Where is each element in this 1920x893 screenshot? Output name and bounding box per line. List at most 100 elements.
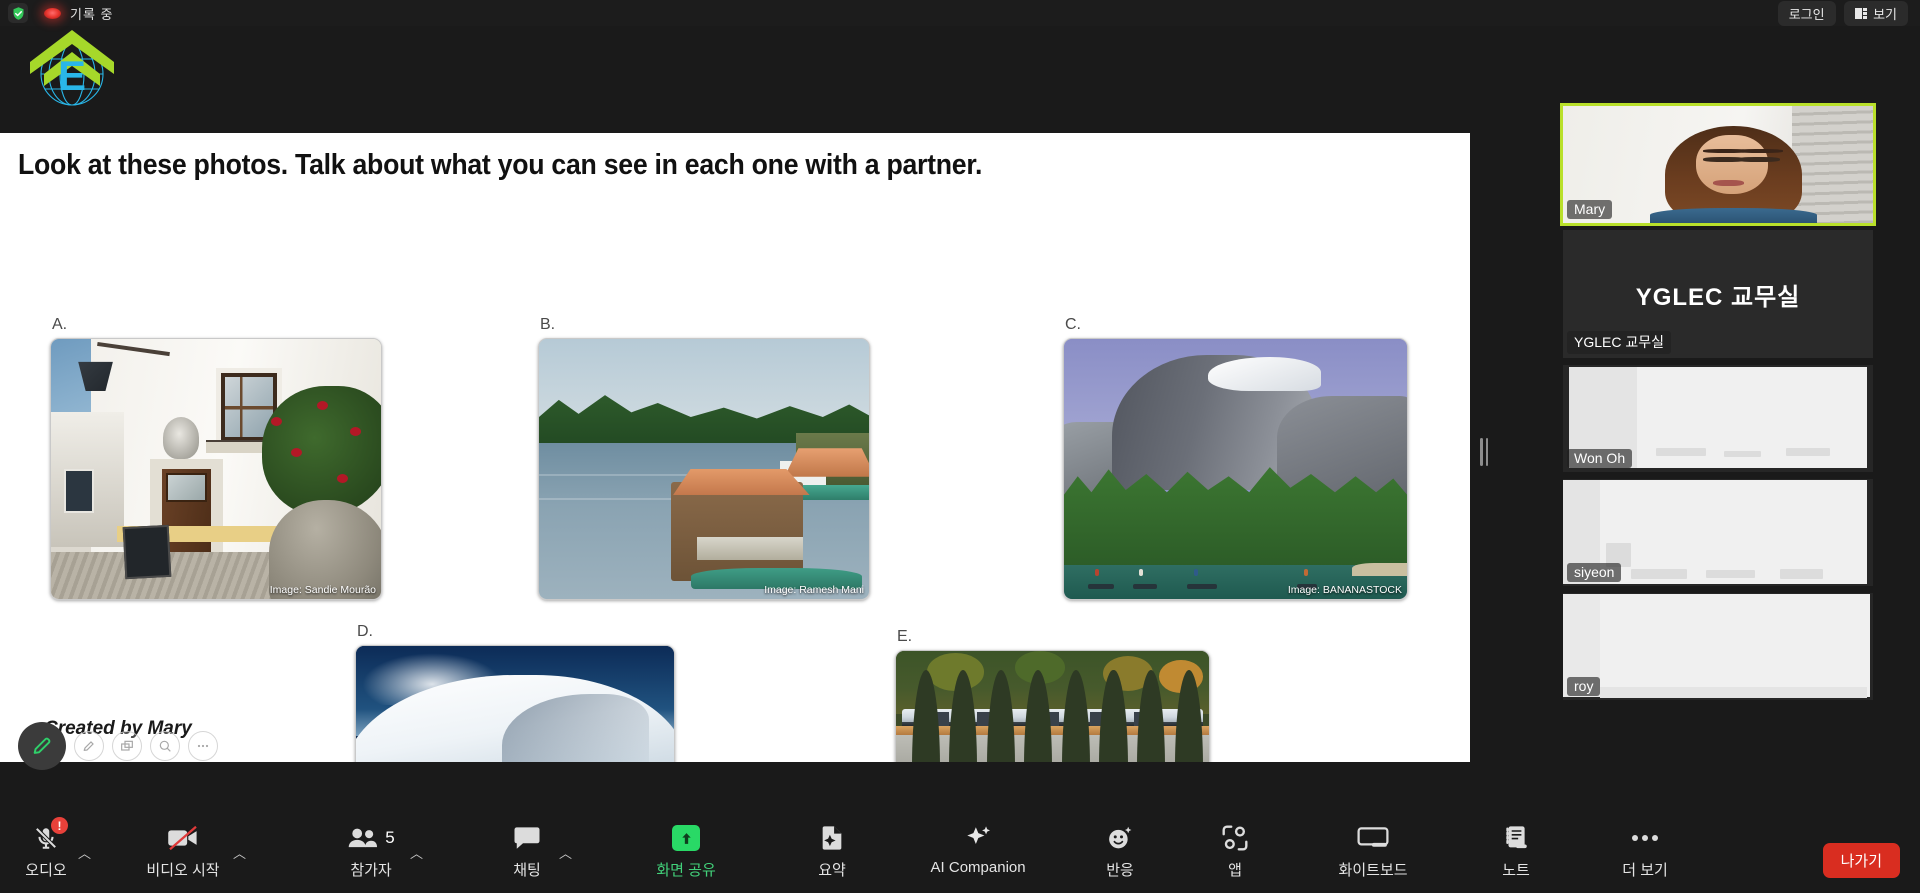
notes-label: 노트 xyxy=(1502,862,1530,879)
photo-b-letter: B. xyxy=(540,316,556,333)
annotation-toolbar xyxy=(18,722,218,770)
summary-label: 요약 xyxy=(818,862,846,879)
apps-icon xyxy=(1221,821,1249,855)
video-control-group: 비디오 시작 ︿ xyxy=(137,821,246,880)
highlighter-icon[interactable] xyxy=(74,731,104,761)
participant-tile-mary[interactable]: Mary xyxy=(1560,103,1876,226)
more-horizontal-icon xyxy=(1630,821,1660,855)
view-layout-icon xyxy=(1854,7,1868,19)
camera-off-icon xyxy=(166,821,200,855)
participant-tile-roy[interactable]: roy xyxy=(1563,593,1873,700)
start-video-label: 비디오 시작 xyxy=(146,862,220,879)
photo-e[interactable]: E. xyxy=(895,628,1210,762)
audio-label: 오디오 xyxy=(25,862,67,879)
chat-options-chevron-up-icon[interactable]: ︿ xyxy=(559,843,572,862)
audio-options-chevron-up-icon[interactable]: ︿ xyxy=(78,843,91,862)
participants-control-group: 5 참가자 ︿ xyxy=(336,821,423,880)
participant-display-text: YGLEC 교무실 xyxy=(1635,283,1801,311)
photo-a-letter: A. xyxy=(52,316,68,333)
whiteboard-button[interactable]: 화이트보드 xyxy=(1320,821,1426,880)
share-screen-button[interactable]: 화면 공유 xyxy=(638,821,734,880)
login-button[interactable]: 로그인 xyxy=(1777,0,1836,26)
start-video-button[interactable]: 비디오 시작 xyxy=(137,821,229,880)
apps-button[interactable]: 앱 xyxy=(1208,821,1262,880)
participants-count: 5 xyxy=(385,828,395,847)
participant-tile-yglec[interactable]: YGLEC 교무실 YGLEC 교무실 xyxy=(1563,230,1873,358)
chat-control-group: 채팅 ︿ xyxy=(499,821,572,880)
participants-button[interactable]: 5 참가자 xyxy=(336,821,406,880)
ai-sparkle-icon xyxy=(963,821,993,855)
photo-d-image xyxy=(356,646,674,762)
photo-b[interactable]: B. Image: Ramesh Mani xyxy=(538,316,870,600)
photo-e-frame: Image: DIGITAL VISION xyxy=(895,650,1210,762)
share-screen-icon xyxy=(672,821,701,855)
participant-name-label: YGLEC 교무실 xyxy=(1567,331,1671,354)
photo-d-frame: Image: ImageSource xyxy=(355,645,675,762)
participant-tile-siyeon[interactable]: siyeon xyxy=(1563,479,1873,586)
audio-button[interactable]: ! 오디오 xyxy=(18,817,74,880)
vertical-drag-handle-icon[interactable] xyxy=(1479,438,1489,466)
reactions-button[interactable]: 반응 xyxy=(1090,821,1150,880)
ai-companion-label: AI Companion xyxy=(930,859,1026,876)
photo-d-letter: D. xyxy=(357,623,373,640)
photo-c-credit: Image: BANANASTOCK xyxy=(1287,584,1402,596)
ai-companion-button[interactable]: AI Companion xyxy=(914,821,1042,876)
summary-button[interactable]: 요약 xyxy=(802,821,862,880)
whiteboard-icon xyxy=(1357,821,1389,855)
recording-label: 기록 중 xyxy=(70,6,114,22)
top-bar: 기록 중 로그인 보기 xyxy=(0,0,1920,26)
recording-dot-icon xyxy=(44,7,61,19)
participant-name-label: siyeon xyxy=(1567,563,1622,582)
apps-label: 앱 xyxy=(1228,862,1242,879)
photo-a[interactable]: A. Image: Sandie Mourão xyxy=(50,316,382,600)
participants-label: 참가자 xyxy=(350,862,392,879)
chat-bubble-icon xyxy=(512,821,542,855)
top-bar-actions: 로그인 보기 xyxy=(1777,0,1912,26)
more-label: 더 보기 xyxy=(1622,862,1668,879)
photo-b-frame: Image: Ramesh Mani xyxy=(538,338,870,600)
participant-tile-won-oh[interactable]: Won Oh xyxy=(1563,365,1873,472)
photo-c-image xyxy=(1064,339,1407,599)
shared-screen-stage: Look at these photos. Talk about what yo… xyxy=(0,0,1510,893)
yglec-globe-arrow-logo: E xyxy=(22,22,122,112)
microphone-muted-icon: ! xyxy=(33,817,68,855)
chat-label: 채팅 xyxy=(513,862,541,879)
more-button[interactable]: 더 보기 xyxy=(1610,821,1680,880)
share-screen-label: 화면 공유 xyxy=(656,862,716,879)
photo-a-image xyxy=(51,339,381,599)
chat-button[interactable]: 채팅 xyxy=(499,821,555,880)
notes-button[interactable]: 노트 xyxy=(1488,821,1544,880)
pen-icon[interactable] xyxy=(18,722,66,770)
audio-alert-badge: ! xyxy=(51,817,68,834)
svg-text:E: E xyxy=(58,52,86,99)
photo-c[interactable]: C. Image: BANANASTOCK xyxy=(1063,316,1408,600)
recording-indicator[interactable]: 기록 중 xyxy=(44,4,114,23)
photo-a-credit: Image: Sandie Mourão xyxy=(269,584,376,596)
reactions-smiley-icon xyxy=(1106,821,1134,855)
participants-icon: 5 xyxy=(347,821,395,855)
spotlight-icon[interactable] xyxy=(150,731,180,761)
photo-d[interactable]: D. xyxy=(355,623,675,762)
whiteboard-label: 화이트보드 xyxy=(1338,862,1408,879)
view-label: 보기 xyxy=(1873,6,1897,22)
photo-b-credit: Image: Ramesh Mani xyxy=(764,584,864,596)
shared-slide[interactable]: Look at these photos. Talk about what yo… xyxy=(0,133,1470,762)
participant-document-preview xyxy=(1563,593,1873,700)
more-dots-icon[interactable] xyxy=(188,731,218,761)
audio-control-group: ! 오디오 ︿ xyxy=(18,817,91,880)
notes-icon xyxy=(1502,821,1530,855)
shield-check-icon[interactable] xyxy=(8,3,28,23)
participant-name-label: Mary xyxy=(1567,200,1613,219)
photo-e-image xyxy=(896,651,1209,762)
photo-e-letter: E. xyxy=(897,628,913,645)
view-button[interactable]: 보기 xyxy=(1843,0,1908,26)
stamp-icon[interactable] xyxy=(112,731,142,761)
video-options-chevron-up-icon[interactable]: ︿ xyxy=(233,843,246,862)
leave-button[interactable]: 나가기 xyxy=(1822,843,1900,878)
participants-options-chevron-up-icon[interactable]: ︿ xyxy=(410,843,423,862)
slide-title: Look at these photos. Talk about what yo… xyxy=(18,149,983,181)
summary-doc-icon xyxy=(818,821,846,855)
login-label: 로그인 xyxy=(1788,6,1825,22)
photo-c-frame: Image: BANANASTOCK xyxy=(1063,338,1408,600)
photo-c-letter: C. xyxy=(1065,316,1081,333)
